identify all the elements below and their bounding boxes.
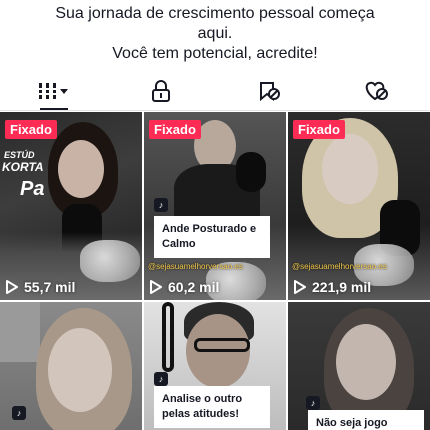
view-count-label: 55,7 mil	[24, 279, 76, 295]
bio-line-2: aqui.	[197, 25, 233, 42]
tiktok-icon: ♪	[154, 372, 168, 386]
bio-line-1: Sua jornada de crescimento pessoal começ…	[55, 5, 375, 22]
background-text: KORTA	[2, 160, 44, 174]
video-caption: Analise o outro pelas atitudes!	[154, 386, 270, 428]
video-caption: Não seja jogo	[308, 410, 424, 430]
bio-line-3: Você tem potencial, acredite!	[112, 45, 318, 62]
view-count-label: 221,9 mil	[312, 279, 372, 295]
tiktok-icon: ♪	[154, 198, 168, 212]
video-grid: ESTÚD KORTA Pa Fixado 55,7 mil ♪ Ande Po…	[0, 112, 430, 430]
pinned-badge: Fixado	[149, 120, 201, 139]
grid-icon	[38, 83, 68, 99]
profile-tabs	[0, 72, 430, 110]
background-text: ESTÚD	[4, 150, 35, 160]
pinned-badge: Fixado	[5, 120, 57, 139]
video-caption: Ande Posturado e Calmo	[154, 216, 270, 258]
tab-private[interactable]	[108, 72, 216, 110]
tiktok-icon: ♪	[12, 406, 26, 420]
profile-bio: Sua jornada de crescimento pessoal começ…	[0, 0, 430, 70]
video-thumbnail[interactable]: ESTÚD KORTA Pa Fixado 55,7 mil	[0, 112, 142, 300]
brain-graphic	[80, 240, 140, 282]
tiktok-icon: ♪	[306, 396, 320, 410]
play-icon	[150, 280, 162, 294]
view-count: 60,2 mil	[150, 279, 219, 295]
tab-liked[interactable]	[323, 72, 430, 110]
glasses	[194, 338, 250, 352]
view-count: 55,7 mil	[6, 279, 75, 295]
headphones	[162, 302, 174, 372]
video-thumbnail[interactable]: ♪ Analise o outro pelas atitudes!	[144, 302, 286, 430]
tabs-divider	[0, 110, 430, 111]
video-thumbnail[interactable]: @sejasuamelhorversao.es Fixado 221,9 mil	[288, 112, 430, 300]
play-icon	[294, 280, 306, 294]
tab-saved[interactable]	[215, 72, 323, 110]
watermark: @sejasuamelhorversao.es	[292, 262, 387, 271]
lock-icon	[152, 80, 171, 102]
view-count: 221,9 mil	[294, 279, 371, 295]
background-text: Pa	[20, 178, 45, 200]
tab-videos[interactable]	[0, 72, 108, 110]
video-thumbnail[interactable]: ♪ Não seja jogo	[288, 302, 430, 430]
pinned-badge: Fixado	[293, 120, 345, 139]
heart-hidden-icon	[365, 81, 389, 101]
play-icon	[6, 280, 18, 294]
video-thumbnail[interactable]: ♪	[0, 302, 142, 430]
view-count-label: 60,2 mil	[168, 279, 220, 295]
video-thumbnail[interactable]: ♪ Ande Posturado e Calmo @sejasuamelhorv…	[144, 112, 286, 300]
bookmark-hidden-icon	[259, 82, 280, 102]
watermark: @sejasuamelhorversao.es	[148, 262, 243, 271]
